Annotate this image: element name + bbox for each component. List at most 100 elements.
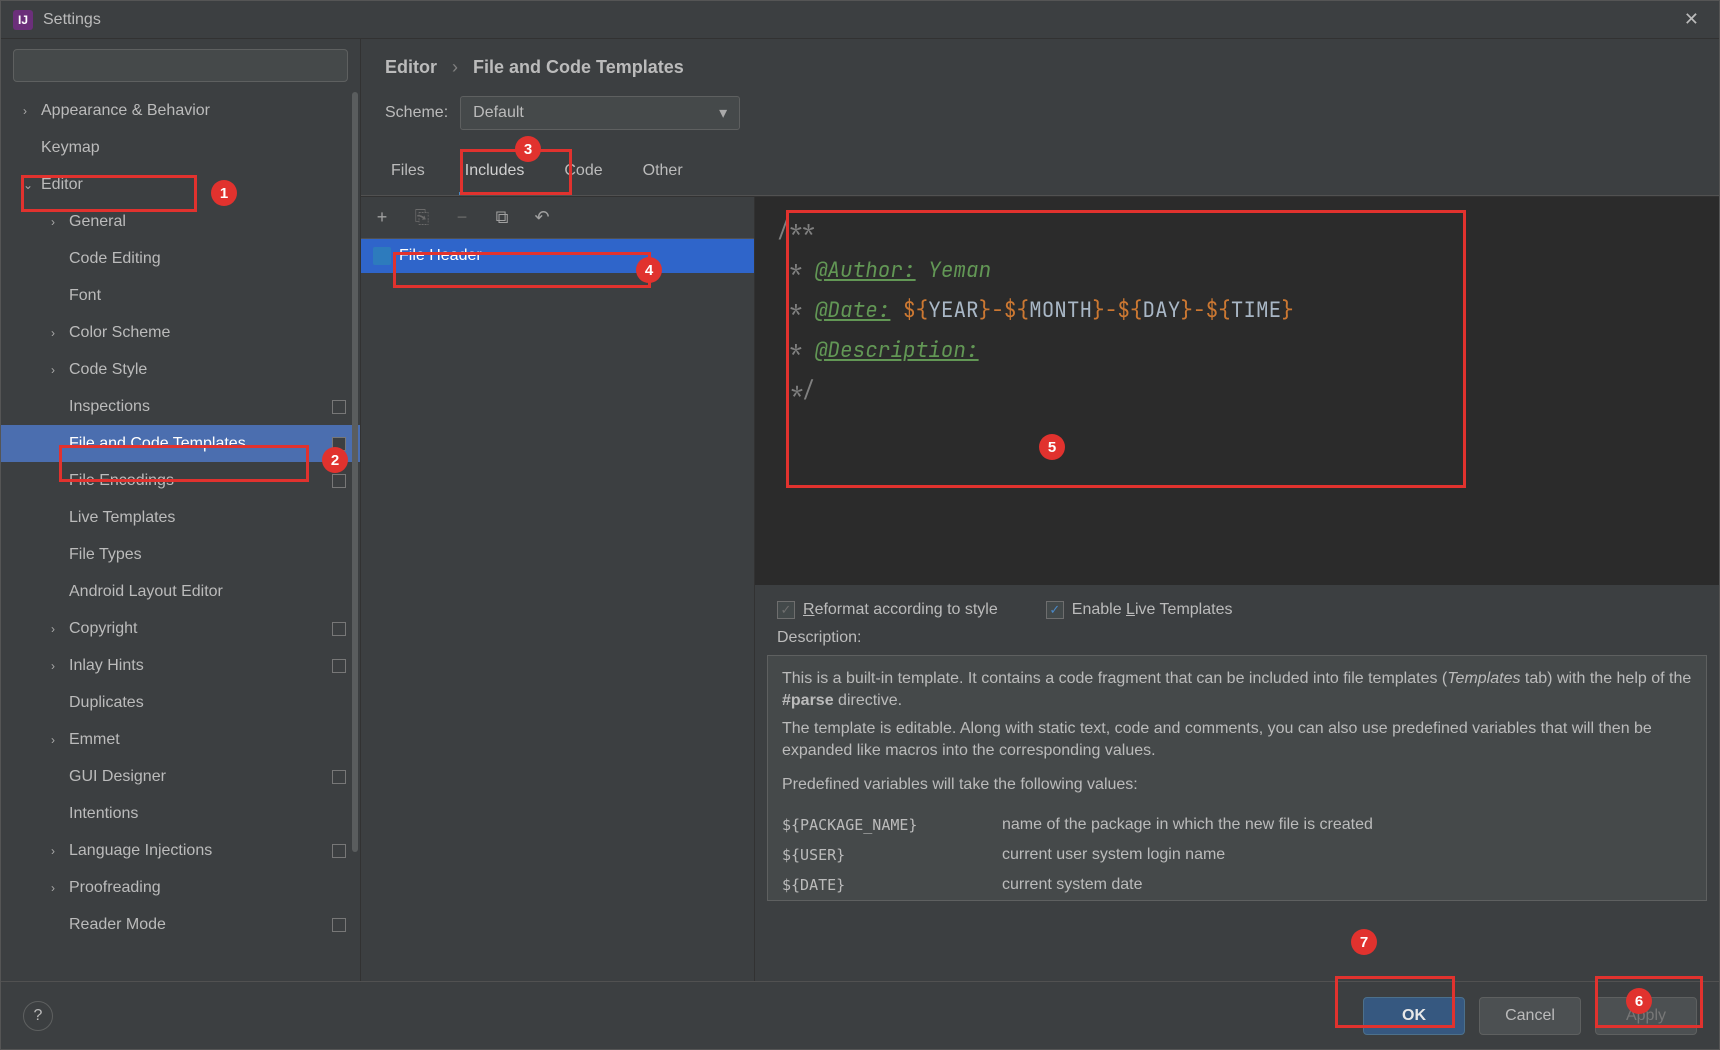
scope-badge-icon bbox=[332, 400, 346, 414]
variable-key: ${PACKAGE_NAME} bbox=[782, 816, 1002, 834]
scope-badge-icon bbox=[332, 844, 346, 858]
chevron-down-icon: ▾ bbox=[719, 103, 727, 123]
sidebar-item-label: Editor bbox=[41, 176, 360, 194]
file-icon bbox=[373, 247, 391, 265]
scope-badge-icon bbox=[332, 474, 346, 488]
scheme-select[interactable]: Default ▾ bbox=[460, 96, 740, 130]
sidebar-item[interactable]: File Types bbox=[1, 536, 360, 573]
chevron-icon: › bbox=[51, 326, 69, 340]
sidebar-item[interactable]: Live Templates bbox=[1, 499, 360, 536]
help-button[interactable]: ? bbox=[23, 1001, 53, 1031]
sidebar-item-label: Live Templates bbox=[69, 509, 360, 527]
sidebar-item[interactable]: ›Inlay Hints bbox=[1, 647, 360, 684]
window-title: Settings bbox=[43, 11, 101, 29]
sidebar-item[interactable]: Intentions bbox=[1, 795, 360, 832]
settings-tree[interactable]: ›Appearance & BehaviorKeymap⌄Editor›Gene… bbox=[1, 92, 360, 981]
reformat-checkbox[interactable]: ✓ Reformat according to style bbox=[777, 601, 998, 619]
variable-key: ${USER} bbox=[782, 846, 1002, 864]
search-input[interactable] bbox=[13, 49, 348, 82]
sidebar-item[interactable]: ›Copyright bbox=[1, 610, 360, 647]
tab-files[interactable]: Files bbox=[385, 154, 431, 195]
remove-icon[interactable]: − bbox=[451, 207, 473, 228]
close-icon[interactable]: ✕ bbox=[1676, 5, 1707, 34]
annotation-badge: 6 bbox=[1626, 988, 1652, 1014]
add-icon[interactable]: + bbox=[371, 207, 393, 228]
annotation-badge: 4 bbox=[636, 257, 662, 283]
list-item-label: File Header bbox=[399, 247, 482, 265]
sidebar-item-label: GUI Designer bbox=[69, 768, 332, 786]
sidebar-item[interactable]: Code Editing bbox=[1, 240, 360, 277]
variable-row: ${USER}current user system login name bbox=[782, 840, 1692, 870]
variable-key: ${DATE} bbox=[782, 876, 1002, 894]
variable-desc: current system date bbox=[1002, 876, 1692, 894]
sidebar-item-label: File Types bbox=[69, 546, 360, 564]
enable-live-templates-checkbox[interactable]: ✓ Enable Live Templates bbox=[1046, 601, 1233, 619]
settings-sidebar: 🔍 ›Appearance & BehaviorKeymap⌄Editor›Ge… bbox=[1, 39, 361, 981]
sidebar-item-label: Intentions bbox=[69, 805, 360, 823]
sidebar-item-label: File Encodings bbox=[69, 472, 332, 490]
sidebar-item[interactable]: ›Emmet bbox=[1, 721, 360, 758]
sidebar-item[interactable]: ⌄Editor bbox=[1, 166, 360, 203]
sidebar-item-label: Language Injections bbox=[69, 842, 332, 860]
sidebar-item[interactable]: Inspections bbox=[1, 388, 360, 425]
sidebar-item[interactable]: ›Code Style bbox=[1, 351, 360, 388]
sidebar-item[interactable]: File and Code Templates bbox=[1, 425, 360, 462]
sidebar-item[interactable]: GUI Designer bbox=[1, 758, 360, 795]
sidebar-item-label: Duplicates bbox=[69, 694, 360, 712]
sidebar-item[interactable]: ›General bbox=[1, 203, 360, 240]
tab-code[interactable]: Code bbox=[558, 154, 608, 195]
annotation-badge: 5 bbox=[1039, 434, 1065, 460]
scrollbar[interactable] bbox=[352, 92, 358, 852]
annotation-badge: 7 bbox=[1351, 929, 1377, 955]
sidebar-item[interactable]: ›Appearance & Behavior bbox=[1, 92, 360, 129]
sidebar-item-label: Appearance & Behavior bbox=[41, 102, 360, 120]
list-item[interactable]: File Header bbox=[361, 239, 754, 273]
chevron-icon: › bbox=[51, 622, 69, 636]
chevron-icon: › bbox=[51, 659, 69, 673]
scope-badge-icon bbox=[332, 622, 346, 636]
scope-badge-icon bbox=[332, 770, 346, 784]
sidebar-item[interactable]: File Encodings bbox=[1, 462, 360, 499]
description-box[interactable]: This is a built-in template. It contains… bbox=[767, 655, 1707, 901]
sidebar-item-label: Proofreading bbox=[69, 879, 360, 897]
tab-other[interactable]: Other bbox=[637, 154, 689, 195]
sidebar-item-label: Inspections bbox=[69, 398, 332, 416]
sidebar-item[interactable]: ›Language Injections bbox=[1, 832, 360, 869]
sidebar-item-label: Color Scheme bbox=[69, 324, 360, 342]
sidebar-item-label: Reader Mode bbox=[69, 916, 332, 934]
sidebar-item-label: Keymap bbox=[41, 139, 360, 157]
variable-desc: current user system login name bbox=[1002, 846, 1692, 864]
breadcrumb: Editor › File and Code Templates bbox=[361, 39, 1719, 90]
sidebar-item[interactable]: Android Layout Editor bbox=[1, 573, 360, 610]
chevron-icon: › bbox=[51, 844, 69, 858]
sidebar-item[interactable]: Duplicates bbox=[1, 684, 360, 721]
sidebar-item[interactable]: ›Color Scheme bbox=[1, 314, 360, 351]
ok-button[interactable]: OK bbox=[1363, 997, 1465, 1035]
sidebar-item-label: Code Style bbox=[69, 361, 360, 379]
breadcrumb-leaf: File and Code Templates bbox=[473, 57, 684, 77]
variable-row: ${DATE}current system date bbox=[782, 870, 1692, 900]
sidebar-item[interactable]: Reader Mode bbox=[1, 906, 360, 943]
undo-icon[interactable]: ↶ bbox=[531, 207, 553, 228]
sidebar-item-label: General bbox=[69, 213, 360, 231]
dialog-buttons: ? OK Cancel Apply bbox=[1, 981, 1719, 1049]
chevron-icon: › bbox=[51, 733, 69, 747]
cancel-button[interactable]: Cancel bbox=[1479, 997, 1581, 1035]
annotation-badge: 2 bbox=[322, 447, 348, 473]
copy-icon[interactable]: ⧉ bbox=[491, 207, 513, 228]
sidebar-item[interactable]: Font bbox=[1, 277, 360, 314]
code-editor[interactable]: /** * @Author: Yeman * @Date: ${YEAR}-${… bbox=[755, 197, 1719, 585]
sidebar-item[interactable]: Keymap bbox=[1, 129, 360, 166]
sidebar-item-label: Copyright bbox=[69, 620, 332, 638]
breadcrumb-root[interactable]: Editor bbox=[385, 57, 437, 77]
scope-badge-icon bbox=[332, 918, 346, 932]
annotation-badge: 3 bbox=[515, 136, 541, 162]
add-child-icon[interactable]: ⎘ bbox=[411, 207, 433, 228]
scope-badge-icon bbox=[332, 659, 346, 673]
chevron-icon: › bbox=[23, 104, 41, 118]
sidebar-item-label: Android Layout Editor bbox=[69, 583, 360, 601]
scheme-label: Scheme: bbox=[385, 104, 448, 122]
sidebar-item[interactable]: ›Proofreading bbox=[1, 869, 360, 906]
list-toolbar: + ⎘ − ⧉ ↶ bbox=[361, 197, 754, 239]
tab-includes[interactable]: Includes bbox=[459, 154, 531, 195]
